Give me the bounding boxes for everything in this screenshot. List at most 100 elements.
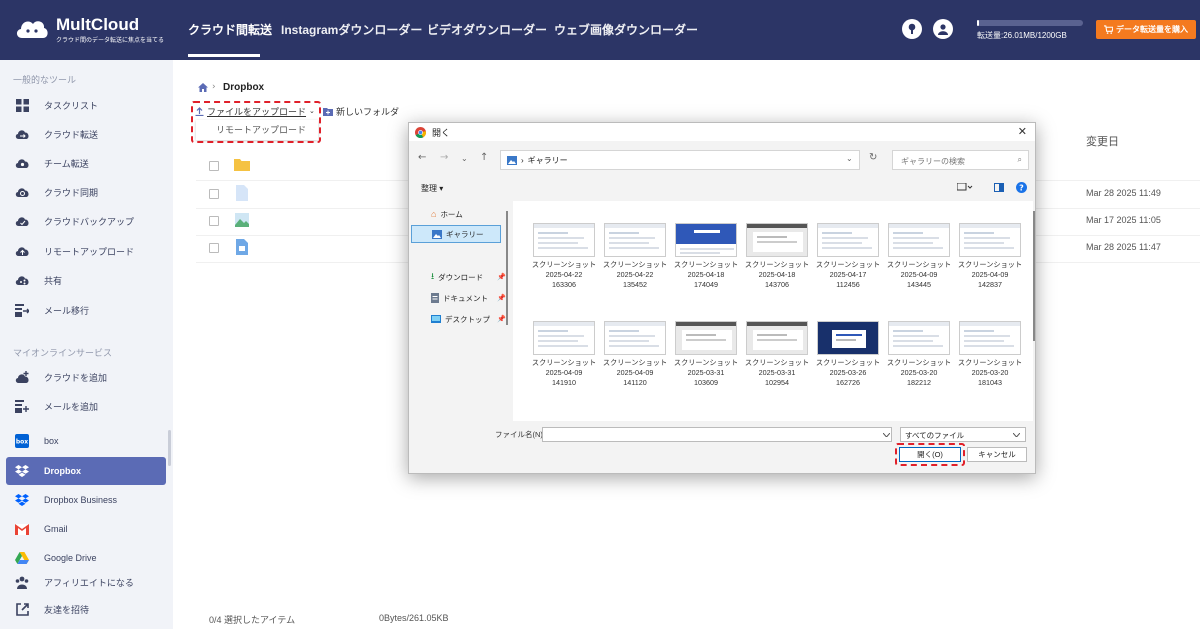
sidebar-item-team-transfer[interactable]: チーム転送 [6,149,166,177]
sidebar-item-add-mail[interactable]: メールを追加 [6,392,166,420]
usage-text: 転送量:26.01MB/1200GB [977,31,1067,40]
dialog-search-input[interactable]: ギャラリーの検索 ⌕ [892,150,1029,170]
nav-image-downloader[interactable]: ウェブ画像ダウンローダー [554,0,698,60]
organize-button[interactable]: 整理 ▾ [421,183,443,194]
pane-scrollbar[interactable] [506,211,508,325]
buy-transfer-label: データ転送量を購入 [1116,25,1188,34]
file-tile[interactable]: スクリーンショット 2025-04-09 142837 [955,223,1025,290]
file-tile[interactable]: スクリーンショット 2025-03-31 103609 [671,321,741,388]
file-tile[interactable]: スクリーンショット 2025-03-20 182212 [884,321,954,388]
sidebar-item-invite[interactable]: 友達を招待 [6,595,166,623]
file-tile[interactable]: スクリーンショット 2025-04-09 141120 [600,321,670,388]
file-tile[interactable]: スクリーンショット 2025-04-22 135452 [600,223,670,290]
file-name-name: スクリーンショット [744,260,810,269]
app-name[interactable]: MultCloud [56,15,139,35]
sidebar-item-affiliate[interactable]: アフィリエイトになる [6,568,166,596]
sidebar-item-cloud-transfer[interactable]: クラウド転送 [6,120,166,148]
pane-item-label: ギャラリー [446,229,484,239]
sidebar-item-label: クラウド同期 [44,187,99,198]
breadcrumb[interactable]: Dropbox [223,82,264,93]
pane-item-documents[interactable]: ドキュメント 📌 [411,289,506,307]
close-icon[interactable]: ✕ [1018,125,1027,138]
search-placeholder: ギャラリーの検索 [901,157,965,166]
pane-item-downloads[interactable]: ⭳ ダウンロード 📌 [411,268,506,286]
file-name-time: 135452 [623,280,647,289]
up-icon[interactable]: ↑ [480,152,488,163]
file-name-time: 182212 [907,378,931,387]
file-tile[interactable]: スクリーンショット 2025-03-26 162726 [813,321,883,388]
pin-icon[interactable]: 📌 [497,273,506,281]
sidebar-item-task-list[interactable]: タスクリスト [6,91,166,119]
file-tile[interactable]: スクリーンショット 2025-03-20 181043 [955,321,1025,388]
column-header-date[interactable]: 変更日 [1086,133,1119,149]
sidebar-item-cloud-sync[interactable]: クラウド同期 [6,178,166,206]
pin-icon[interactable]: 📌 [497,315,506,323]
home-icon[interactable] [198,83,208,92]
nav-video-downloader[interactable]: ビデオダウンローダー [427,0,547,60]
buy-transfer-button[interactable]: データ転送量を購入 [1096,20,1196,39]
sidebar-item-dropbox[interactable]: Dropbox [6,457,166,485]
new-folder-button[interactable]: 新しいフォルダ [323,104,399,118]
file-tile[interactable]: スクリーンショット 2025-04-18 143706 [742,223,812,290]
nav-cloud-transfer[interactable]: クラウド間転送 [188,0,272,60]
row-checkbox[interactable] [209,161,219,171]
back-icon[interactable]: ← [418,152,426,163]
row-checkbox[interactable] [209,216,219,226]
dialog-titlebar: 開く [409,123,1035,141]
pane-item-gallery[interactable]: ギャラリー [411,225,501,243]
file-tile[interactable]: スクリーンショット 2025-04-22 163306 [529,223,599,290]
box-icon: box [14,433,30,449]
sidebar-item-label: クラウド転送 [44,129,99,140]
multcloud-logo-icon[interactable] [14,14,50,42]
chrome-icon [415,126,426,138]
sidebar-item-dropbox-business[interactable]: Dropbox Business [6,486,166,514]
share-icon [14,272,30,288]
file-name-time: 174049 [694,280,718,289]
recent-chevron-icon[interactable]: ⌄ [461,154,468,163]
refresh-icon[interactable]: ↻ [869,152,877,163]
file-tile[interactable]: スクリーンショット 2025-04-09 141910 [529,321,599,388]
svg-text:box: box [16,439,28,446]
filename-input[interactable] [542,427,892,442]
address-chevron-icon[interactable]: ⌄ [846,154,853,163]
sidebar-item-remote-upload[interactable]: リモートアップロード [6,237,166,265]
row-checkbox[interactable] [209,243,219,253]
filetype-select[interactable]: すべてのファイル [900,427,1026,442]
sidebar-item-box[interactable]: box box [6,427,166,455]
chevron-down-icon[interactable] [883,433,890,437]
dropbox-icon [14,492,30,508]
forward-icon[interactable]: → [440,152,448,163]
nav-instagram-downloader[interactable]: Instagramダウンローダー [281,0,422,60]
address-separator: › [521,155,524,165]
sidebar-item-share[interactable]: 共有 [6,266,166,294]
file-tile[interactable]: スクリーンショット 2025-04-09 143445 [884,223,954,290]
pane-item-home[interactable]: ⌂ ホーム [411,205,501,223]
file-name-name: スクリーンショット [531,358,597,367]
address-bar[interactable]: › ギャラリー [500,150,860,170]
sidebar-item-mail-migrate[interactable]: メール移行 [6,296,166,324]
file-name: スクリーンショット 2025-04-17 112456 [816,260,880,290]
file-tile[interactable]: スクリーンショット 2025-03-31 102954 [742,321,812,388]
view-icon[interactable] [957,183,973,192]
breadcrumb-separator: › [212,82,216,92]
help-icon[interactable]: ? [1016,182,1027,193]
sidebar-scrollbar[interactable] [168,430,171,466]
sidebar-item-cloud-backup[interactable]: クラウドバックアップ [6,207,166,235]
help-icon[interactable] [902,19,922,39]
file-name-name: スクリーンショット [886,260,952,269]
gallery-icon [432,229,442,239]
sidebar-item-add-cloud[interactable]: クラウドを追加 [6,363,166,391]
file-tile[interactable]: スクリーンショット 2025-04-18 174049 [671,223,741,290]
pane-item-desktop[interactable]: デスクトップ 📌 [411,310,506,328]
user-icon[interactable] [933,19,953,39]
pin-icon[interactable]: 📌 [497,294,506,302]
files-scrollbar[interactable] [1033,211,1035,341]
row-checkbox[interactable] [209,189,219,199]
preview-pane-icon[interactable] [994,183,1004,192]
sidebar-item-label: 共有 [44,275,63,286]
file-thumbnail [959,223,1021,257]
sidebar-item-gmail[interactable]: Gmail [6,515,166,543]
file-name-name: スクリーンショット [957,358,1023,367]
cancel-button[interactable]: キャンセル [967,447,1027,462]
file-tile[interactable]: スクリーンショット 2025-04-17 112456 [813,223,883,290]
